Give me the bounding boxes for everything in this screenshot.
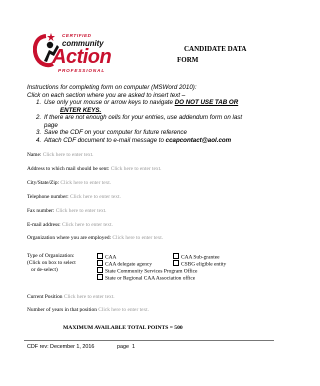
- checkbox-square[interactable]: [173, 253, 179, 259]
- footer-revision: CDF rev: December 1, 2016: [27, 344, 95, 350]
- telephone-input[interactable]: Click here to enter text.: [70, 194, 121, 200]
- no-enter-warning: ENTER KEYS.: [60, 106, 102, 114]
- address-row: Address to which mail should be sent: Cl…: [27, 166, 161, 172]
- org-type-hint-1: (Click on box to select: [27, 260, 76, 266]
- name-input[interactable]: Click here to enter text.: [43, 152, 94, 158]
- max-total-points: MAXIMUM AVAILABLE TOTAL POINTS = 500: [63, 325, 183, 331]
- years-label: Number of years in that position: [27, 307, 97, 313]
- fax-label: Fax number:: [27, 208, 55, 214]
- org-type-label: Type of Organization:: [27, 253, 75, 259]
- organization-input[interactable]: Click here to enter text.: [112, 235, 163, 241]
- form-title-line2: FORM: [177, 56, 199, 64]
- instructions-intro-2: Click on each section where you are aske…: [27, 91, 186, 99]
- fax-row: Fax number: Click here to enter text.: [27, 208, 107, 214]
- current-position-label: Current Position: [27, 294, 63, 300]
- org-type-hint-2: or de-select): [31, 267, 58, 273]
- instructions-intro: Instructions for completing form on comp…: [27, 84, 197, 91]
- name-row: Name: Click here to enter text.: [27, 152, 93, 158]
- email-label: E-mail address:: [27, 222, 61, 228]
- contact-email: ccapcontact@aol.com: [165, 136, 232, 144]
- checkbox-state-regional[interactable]: State or Regional CAA Association office: [97, 274, 195, 282]
- form-title-line1: CANDIDATE DATA: [184, 45, 247, 53]
- checkbox-square[interactable]: [97, 274, 103, 280]
- certified-community-action-logo: CERTIFIED community Action PROFESSIONAL: [33, 31, 115, 75]
- name-label: Name:: [27, 152, 42, 158]
- address-input[interactable]: Click here to enter text.: [111, 166, 162, 172]
- logo-action-text: Action: [52, 46, 112, 68]
- organization-row: Organization where you are employed: Cli…: [27, 235, 163, 241]
- city-state-zip-label: City/State/Zip:: [27, 180, 60, 186]
- address-label: Address to which mail should be sent:: [27, 166, 110, 172]
- telephone-label: Telephone number:: [27, 194, 69, 200]
- current-position-row: Current Position Click here to enter tex…: [27, 294, 115, 300]
- years-row: Number of years in that position Click h…: [27, 307, 149, 313]
- no-tab-warning: DO NOT USE TAB OR: [174, 99, 239, 106]
- fax-input[interactable]: Click here to enter text.: [56, 208, 107, 214]
- city-row: City/State/Zip: Click here to enter text…: [27, 180, 111, 186]
- years-input[interactable]: Click here to enter text.: [98, 307, 149, 313]
- logo-certified-text: CERTIFIED: [62, 33, 92, 38]
- checkbox-square[interactable]: [97, 260, 103, 266]
- checkbox-square[interactable]: [97, 253, 103, 259]
- checkbox-square[interactable]: [173, 260, 179, 266]
- organization-label: Organization where you are employed:: [27, 235, 112, 241]
- city-state-zip-input[interactable]: Click here to enter text.: [60, 180, 111, 186]
- telephone-row: Telephone number: Click here to enter te…: [27, 194, 121, 200]
- logo-professional-text: PROFESSIONAL: [58, 68, 106, 73]
- footer-divider: [24, 340, 274, 341]
- email-row: E-mail address: Click here to enter text…: [27, 222, 113, 228]
- email-input[interactable]: Click here to enter text.: [62, 222, 113, 228]
- current-position-input[interactable]: Click here to enter text.: [64, 294, 115, 300]
- footer-page-number: page 1: [117, 344, 135, 350]
- checkbox-square[interactable]: [97, 267, 103, 273]
